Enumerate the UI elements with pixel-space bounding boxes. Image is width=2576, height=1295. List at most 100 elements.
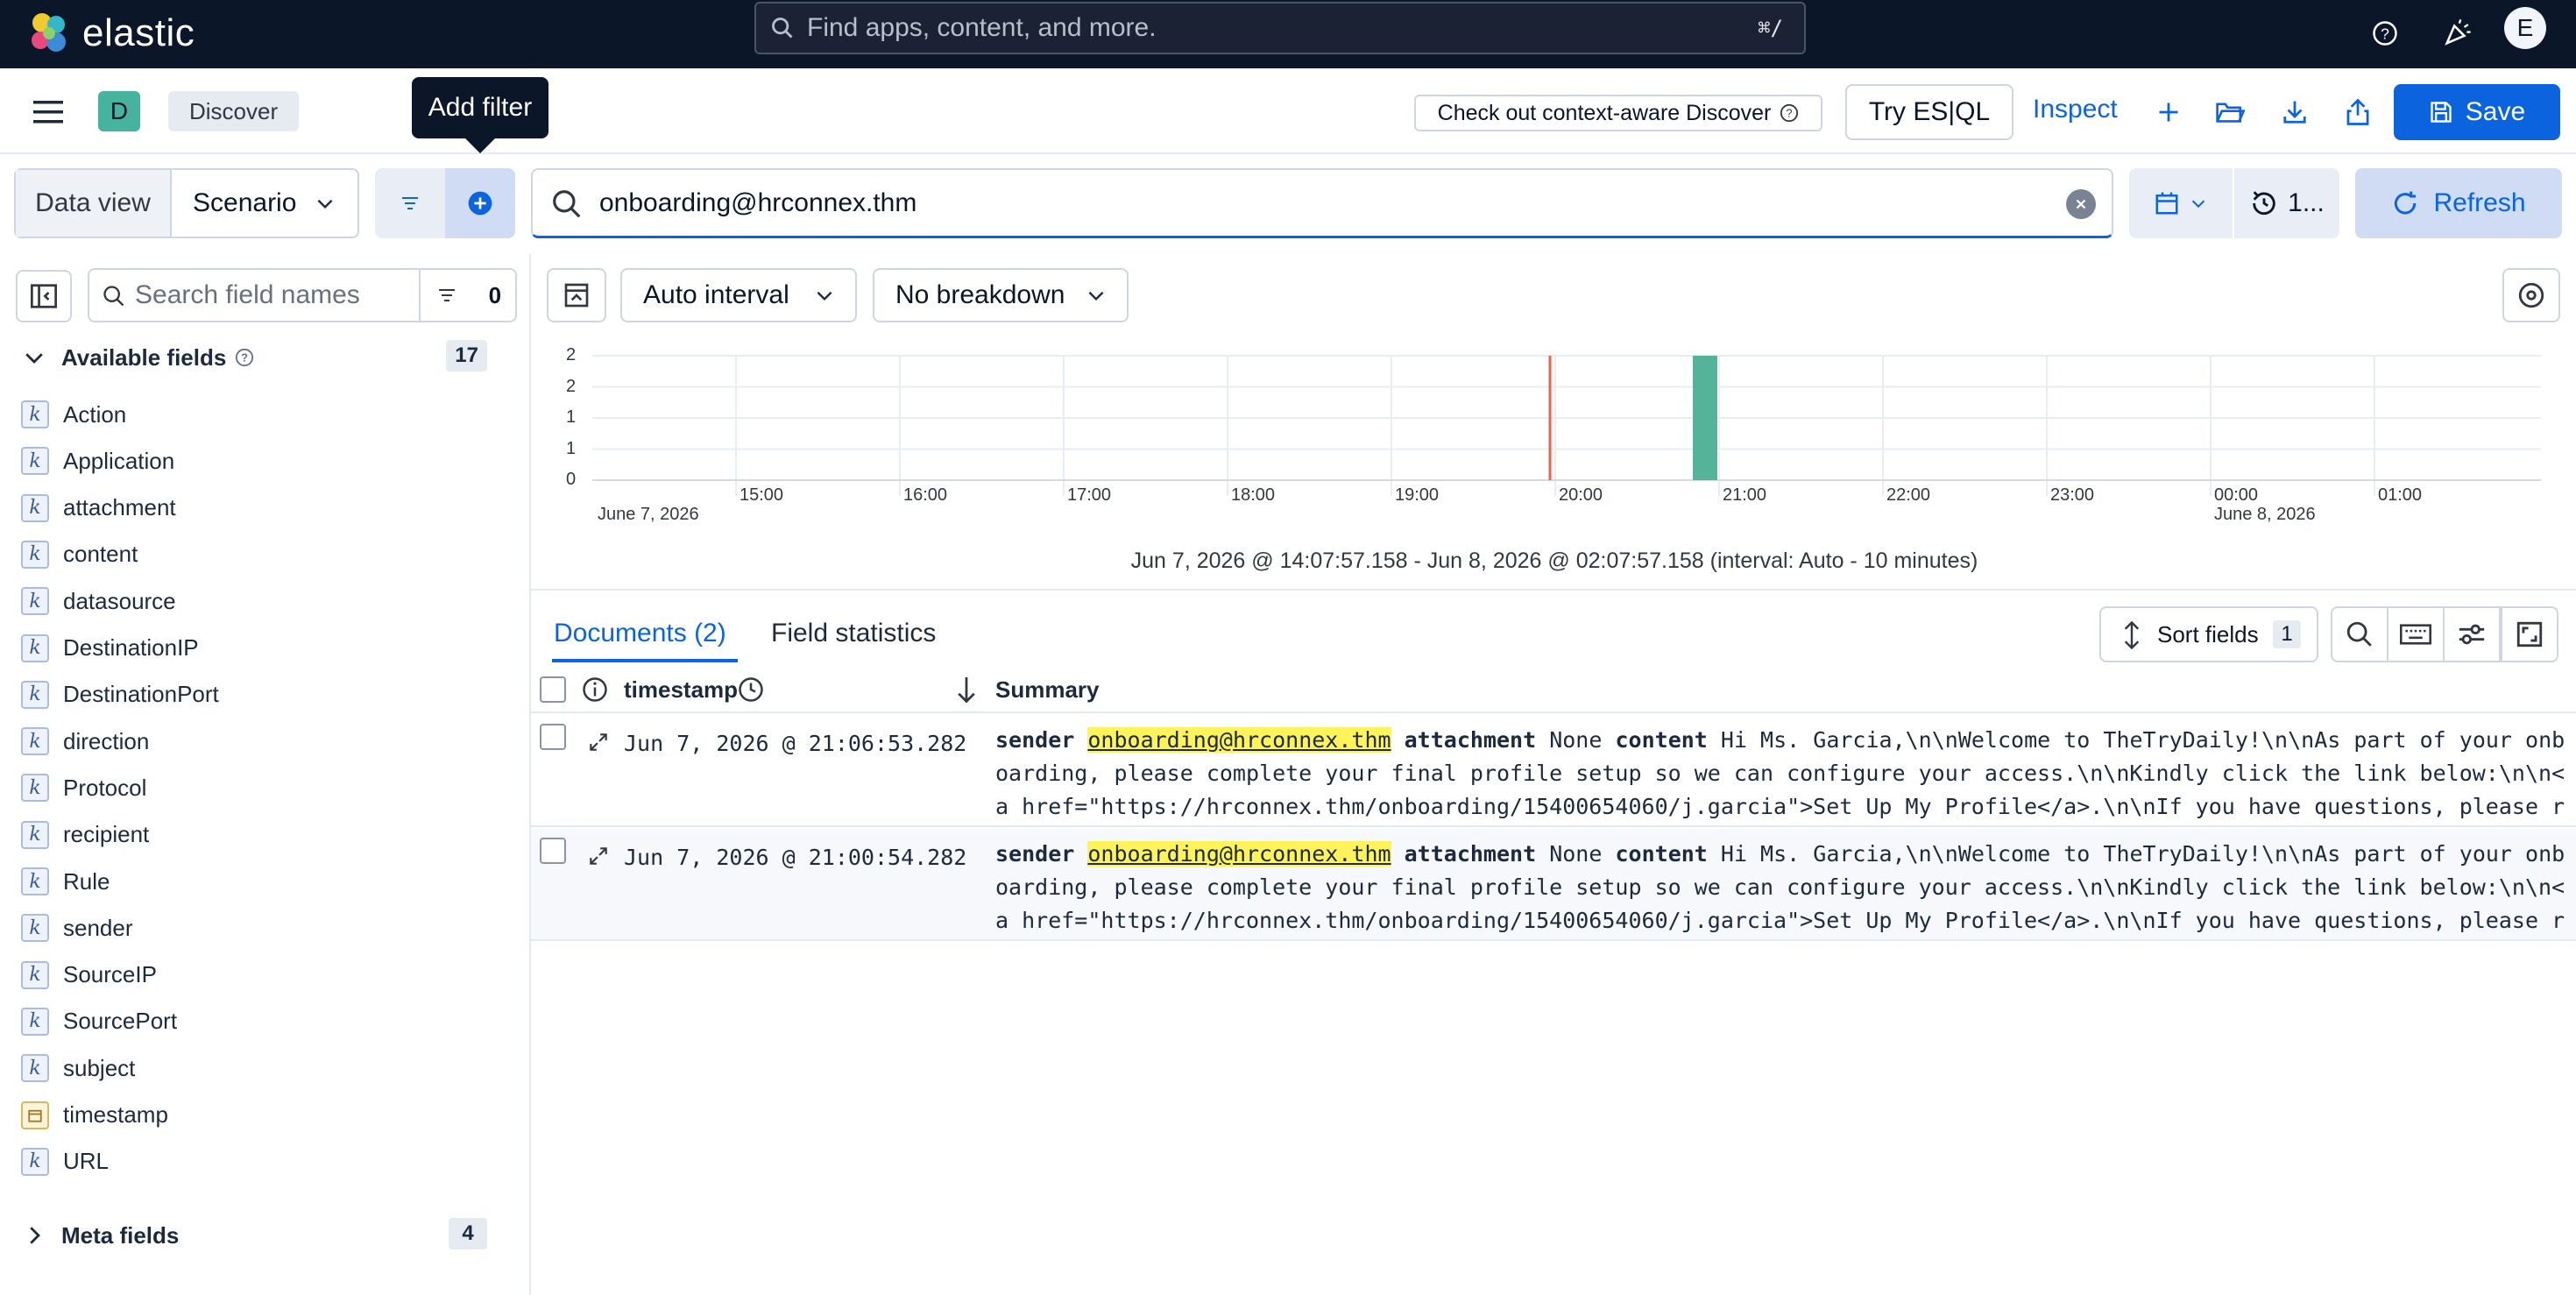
column-header-summary[interactable]: Summary [995,676,1100,704]
summary-key-attachment: attachment [1404,727,1537,753]
field-name: Protocol [63,774,147,801]
x-tick-label: 19:00 [1395,485,1440,505]
field-name: recipient [63,821,150,848]
info-icon[interactable] [582,676,608,703]
x-tick-label: 01:00 [2378,485,2423,505]
grid-search-button[interactable] [2331,606,2388,662]
y-tick-label: 2 [566,376,577,396]
field-item[interactable]: k direction [21,723,149,760]
summary-key-attachment: attachment [1404,841,1537,867]
sort-count: 1 [2273,620,2301,648]
keyboard-shortcuts-button[interactable] [2387,606,2445,662]
field-item[interactable]: k SourceIP [21,957,157,994]
keyword-field-icon: k [21,1147,49,1176]
field-name: URL [63,1148,110,1175]
field-name: DestinationIP [63,634,199,661]
chevron-right-icon [30,1227,40,1244]
x-date-label: June 7, 2026 [598,505,699,524]
field-name: DestinationPort [63,681,219,708]
x-tick-label: 18:00 [1231,485,1276,505]
field-name: SourceIP [63,961,157,988]
fullscreen-button[interactable] [2501,606,2558,662]
keyword-field-icon: k [21,1054,49,1083]
summary-value-attachment: None [1549,841,1603,867]
tab-documents[interactable]: Documents (2) [554,619,726,648]
y-tick-label: 2 [566,345,577,364]
x-date-label: June 8, 2026 [2214,505,2316,524]
field-item[interactable]: k SourcePort [21,1003,177,1040]
table-row[interactable]: Jun 7, 2026 @ 21:06:53.282 sender onboard… [531,715,2576,827]
keyword-field-icon: k [21,867,49,895]
select-all-checkbox[interactable] [540,676,566,703]
field-name: Rule [63,867,110,895]
keyword-field-icon: k [21,774,49,803]
field-item[interactable]: k URL [21,1143,109,1180]
sort-descending-icon[interactable] [953,675,980,706]
summary-value-attachment: None [1549,727,1603,753]
display-settings-button[interactable] [2443,606,2501,662]
meta-fields-count: 4 [449,1218,487,1249]
sort-fields-label: Sort fields [2157,620,2259,648]
field-name: datasource [63,587,176,614]
summary-key-content: content [1615,727,1708,753]
field-name: SourcePort [63,1008,178,1035]
meta-fields-label: Meta fields [61,1221,180,1249]
sort-fields-button[interactable]: Sort fields 1 [2099,606,2318,662]
summary-value-sender: onboarding@hrconnex.thm [1087,841,1391,867]
field-item[interactable]: timestamp [21,1097,168,1134]
x-tick-label: 17:00 [1067,485,1112,505]
histogram-chart [592,355,2541,496]
row-timestamp: Jun 7, 2026 @ 21:06:53.282 [624,731,967,756]
field-item[interactable]: k DestinationIP [21,630,199,667]
keyword-field-icon: k [21,960,49,989]
tabs-divider [531,589,2576,591]
field-item[interactable]: k Protocol [21,769,146,806]
keyword-field-icon: k [21,820,49,849]
active-tab-indicator [552,659,738,662]
y-tick-label: 1 [566,407,577,427]
row-checkbox[interactable] [540,838,566,864]
table-row[interactable]: Jun 7, 2026 @ 21:00:54.282 sender onboard… [531,829,2576,941]
keyword-field-icon: k [21,633,49,662]
expand-icon[interactable] [587,731,610,754]
summary-value-sender: onboarding@hrconnex.thm [1087,727,1391,753]
field-name: subject [63,1054,136,1081]
field-item[interactable]: k subject [21,1050,135,1086]
fullscreen-icon [2516,621,2543,648]
y-tick-label: 1 [566,438,577,458]
row-timestamp: Jun 7, 2026 @ 21:00:54.282 [624,845,967,870]
x-tick-label: 22:00 [1886,485,1931,505]
row-checkbox[interactable] [540,724,566,750]
expand-icon[interactable] [587,845,610,867]
field-item[interactable]: k sender [21,909,133,946]
keyword-field-icon: k [21,914,49,943]
field-item[interactable]: k Rule [21,863,110,900]
time-range-text: Jun 7, 2026 @ 14:07:57.158 - Jun 8, 2026… [1130,548,1978,573]
date-field-icon [21,1100,49,1129]
meta-fields-toggle[interactable]: Meta fields 4 [21,1218,510,1253]
column-header-timestamp[interactable]: timestamp [624,676,738,704]
row-summary[interactable]: sender onboarding@hrconnex.thm attachmen… [995,724,2571,825]
field-item[interactable]: k recipient [21,817,149,853]
clock-icon [739,677,763,702]
keyword-field-icon: k [21,727,49,756]
keyword-field-icon: k [21,1007,49,1036]
field-name: timestamp [63,1101,168,1128]
field-item[interactable]: k datasource [21,583,176,619]
sort-icon [2124,620,2140,650]
x-tick-label: 16:00 [903,485,948,505]
x-tick-label: 21:00 [1723,485,1767,505]
field-item[interactable]: k DestinationPort [21,676,219,713]
row-summary[interactable]: sender onboarding@hrconnex.thm attachmen… [995,838,2571,939]
x-tick-label: 23:00 [2050,485,2095,505]
field-name: direction [63,727,150,754]
x-tick-label: 00:00 [2214,485,2259,505]
keyboard-icon [2400,624,2431,645]
keyword-field-icon: k [21,587,49,616]
x-tick-label: 15:00 [740,485,784,505]
histogram-bar[interactable] [1693,356,1717,480]
tab-field-statistics[interactable]: Field statistics [771,619,936,648]
field-name: sender [63,914,133,941]
summary-key-content: content [1615,841,1708,867]
keyword-field-icon: k [21,680,49,709]
